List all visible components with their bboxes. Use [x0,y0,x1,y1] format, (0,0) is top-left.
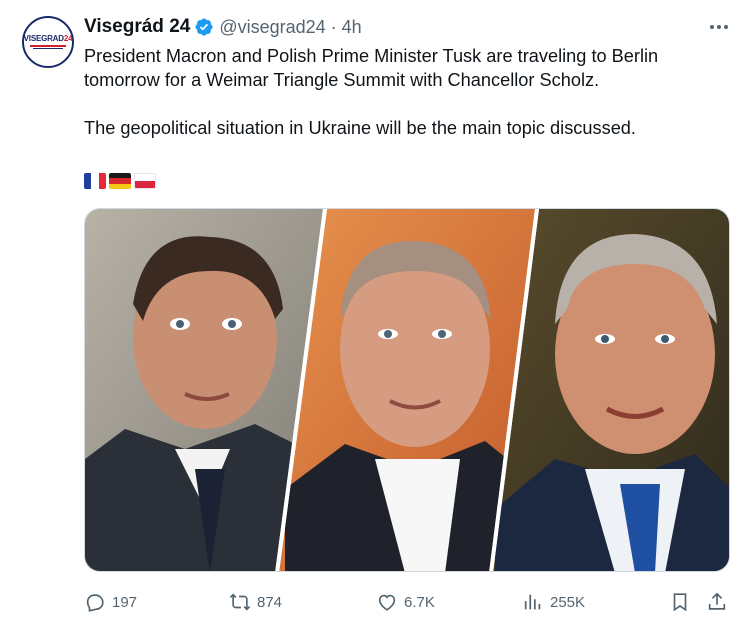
verified-badge-icon[interactable] [194,17,214,37]
tweet-text-paragraph: The geopolitical situation in Ukraine wi… [84,118,636,138]
bookmark-button[interactable] [669,588,691,616]
repost-button[interactable]: 874 [229,588,282,616]
avatar-logo: VISEGRAD24 [23,34,73,43]
separator-dot: · [330,16,337,37]
handle[interactable]: @visegrad24 [219,17,325,38]
leaders-collage-image [85,209,729,571]
timestamp[interactable]: 4h [342,17,362,38]
heart-icon [378,594,396,611]
flag-emojis [84,173,156,189]
reply-count: 197 [112,593,138,611]
reply-icon [86,594,104,612]
germany-flag-icon [109,173,131,189]
avatar[interactable]: VISEGRAD24 [22,16,74,68]
share-button[interactable] [706,588,728,616]
display-name[interactable]: Visegrád 24 [84,16,190,38]
repost-count: 874 [257,593,283,611]
tweet-text-line: tomorrow for a Weimar Triangle Summit wi… [84,70,600,90]
views-count: 255K [550,593,586,611]
tweet-media-image[interactable] [84,208,730,572]
share-icon [708,592,726,610]
more-dot-icon [724,25,728,29]
poland-flag-icon [134,173,156,189]
france-flag-icon [84,173,106,189]
tweet-text: President Macron and Polish Prime Minist… [84,44,724,140]
reply-button[interactable]: 197 [84,588,137,616]
like-count: 6.7K [404,593,435,611]
avatar-logo-bar [30,45,66,47]
tweet-text-line: President Macron and Polish Prime Minist… [84,46,659,66]
views-button[interactable]: 255K [522,588,585,616]
views-chart-icon [524,594,541,610]
tweet-header: Visegrád 24 @visegrad24 · 4h [84,14,362,40]
more-dot-icon [710,25,714,29]
bookmark-icon [673,593,687,612]
more-dot-icon [717,25,721,29]
tweet-card[interactable]: VISEGRAD24 Visegrád 24 @visegrad24 · 4h … [0,0,752,626]
action-bar: 197 874 6.7K 255K [84,588,730,616]
repost-icon [229,593,251,611]
like-button[interactable]: 6.7K [376,588,435,616]
avatar-logo-bar-secondary [33,48,63,49]
more-options-button[interactable] [706,16,732,38]
